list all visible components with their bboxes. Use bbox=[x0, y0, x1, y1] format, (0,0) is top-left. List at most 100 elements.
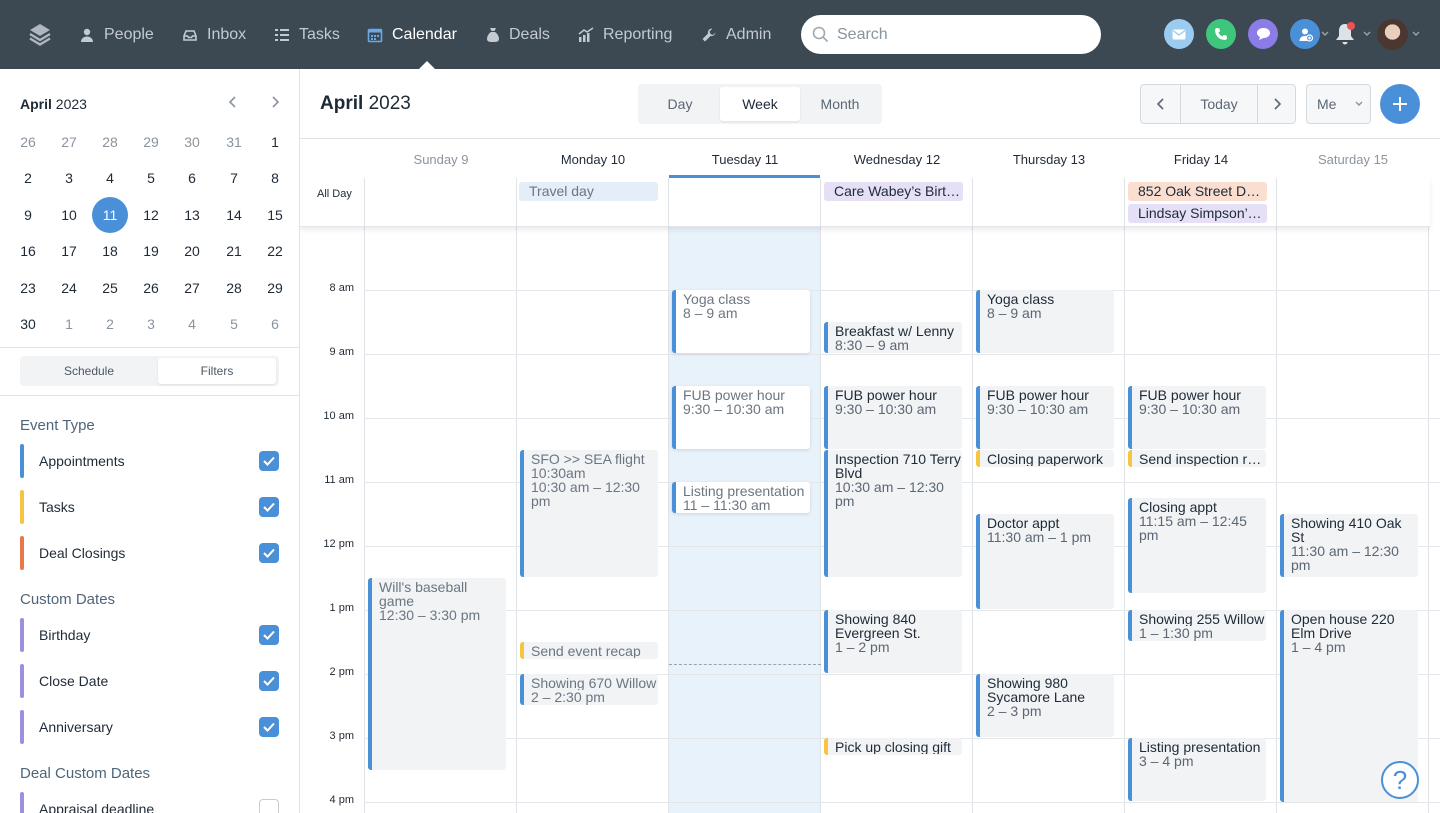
mini-calendar-day[interactable]: 27 bbox=[178, 278, 206, 298]
view-day-button[interactable]: Day bbox=[640, 87, 720, 121]
all-day-event[interactable]: Lindsay Simpson’s Anniversary bbox=[1128, 204, 1267, 223]
phone-button[interactable] bbox=[1206, 19, 1236, 49]
mini-calendar-day[interactable]: 30 bbox=[14, 314, 42, 334]
search-input[interactable] bbox=[837, 23, 1087, 47]
day-header-sunday[interactable]: Sunday 9 bbox=[365, 152, 517, 167]
filter-row[interactable]: Close Date bbox=[20, 664, 280, 698]
filter-checkbox[interactable] bbox=[259, 671, 279, 691]
mini-calendar-day[interactable]: 10 bbox=[55, 205, 83, 225]
task-card[interactable]: Send inspection report bbox=[1128, 450, 1266, 467]
mini-calendar-day[interactable]: 13 bbox=[178, 205, 206, 225]
mini-calendar-day[interactable]: 2 bbox=[14, 168, 42, 188]
next-week-button[interactable] bbox=[1257, 85, 1295, 123]
event-card[interactable]: Doctor appt 11:30 am – 1 pm bbox=[976, 514, 1114, 609]
task-card[interactable]: Closing paperwork bbox=[976, 450, 1114, 467]
app-logo-icon[interactable] bbox=[28, 22, 52, 46]
event-card[interactable]: Showing 840 Evergreen St. 1 – 2 pm bbox=[824, 610, 962, 673]
nav-inbox[interactable]: Inbox bbox=[182, 0, 246, 69]
mini-calendar-day[interactable]: 17 bbox=[55, 241, 83, 261]
today-button[interactable]: Today bbox=[1181, 85, 1257, 123]
nav-reporting[interactable]: Reporting bbox=[578, 0, 672, 69]
event-card[interactable]: Listing presentation 3 – 4 pm bbox=[1128, 738, 1266, 801]
mini-calendar-day[interactable]: 29 bbox=[137, 132, 165, 152]
chevron-down-icon[interactable] bbox=[1412, 31, 1420, 37]
event-card[interactable]: Yoga class 8 – 9 am bbox=[976, 290, 1114, 353]
mini-calendar-day[interactable]: 1 bbox=[261, 132, 289, 152]
prev-week-button[interactable] bbox=[1141, 85, 1181, 123]
event-card[interactable]: Will's baseball game 12:30 – 3:30 pm bbox=[368, 578, 506, 770]
event-card[interactable]: Breakfast w/ Lenny 8:30 – 9 am bbox=[824, 322, 962, 353]
mini-calendar-day[interactable]: 28 bbox=[96, 132, 124, 152]
filter-row[interactable]: Tasks bbox=[20, 490, 280, 524]
notifications-bell-icon[interactable] bbox=[1331, 20, 1359, 48]
nav-people[interactable]: People bbox=[79, 0, 154, 69]
filter-row[interactable]: Appointments bbox=[20, 444, 280, 478]
mini-calendar-next-button[interactable] bbox=[270, 95, 280, 113]
chevron-down-icon[interactable] bbox=[1363, 31, 1371, 37]
mini-calendar-prev-button[interactable] bbox=[228, 95, 238, 113]
tab-schedule[interactable]: Schedule bbox=[23, 358, 155, 384]
event-card[interactable]: Yoga class 8 – 9 am bbox=[672, 290, 810, 353]
event-card[interactable]: FUB power hour 9:30 – 10:30 am bbox=[672, 386, 810, 449]
mini-calendar-day[interactable]: 14 bbox=[220, 205, 248, 225]
day-header-monday[interactable]: Monday 10 bbox=[517, 152, 669, 167]
mini-calendar-day[interactable]: 29 bbox=[261, 278, 289, 298]
event-card[interactable]: Showing 255 Willow 1 – 1:30 pm bbox=[1128, 610, 1266, 641]
week-time-grid[interactable]: 7 am 8 am 9 am 10 am 11 am 12 pm 1 pm 2 … bbox=[300, 178, 1440, 813]
day-header-saturday[interactable]: Saturday 15 bbox=[1277, 152, 1429, 167]
global-search[interactable] bbox=[801, 15, 1101, 54]
mini-calendar-day[interactable]: 21 bbox=[220, 241, 248, 261]
email-button[interactable] bbox=[1164, 19, 1194, 49]
nav-admin[interactable]: Admin bbox=[701, 0, 771, 69]
event-card[interactable]: FUB power hour 9:30 – 10:30 am bbox=[1128, 386, 1266, 449]
calendar-owner-select[interactable]: Me bbox=[1306, 84, 1371, 124]
mini-calendar-day-selected[interactable]: 11 bbox=[92, 197, 128, 233]
mini-calendar-day[interactable]: 30 bbox=[178, 132, 206, 152]
mini-calendar-day[interactable]: 6 bbox=[261, 314, 289, 334]
all-day-event[interactable]: 852 Oak Street Deal Closing bbox=[1128, 182, 1267, 201]
mini-calendar-day[interactable]: 3 bbox=[137, 314, 165, 334]
mini-calendar-day[interactable]: 8 bbox=[261, 168, 289, 188]
filter-row[interactable]: Birthday bbox=[20, 618, 280, 652]
nav-calendar[interactable]: Calendar bbox=[367, 0, 457, 69]
day-header-thursday[interactable]: Thursday 13 bbox=[973, 152, 1125, 167]
mini-calendar-day[interactable]: 5 bbox=[220, 314, 248, 334]
chevron-down-icon[interactable] bbox=[1321, 31, 1329, 37]
event-card[interactable]: Showing 410 Oak St 11:30 am – 12:30 pm bbox=[1280, 514, 1418, 577]
event-card[interactable]: Showing 670 Willow 2 – 2:30 pm bbox=[520, 674, 658, 705]
view-month-button[interactable]: Month bbox=[800, 87, 880, 121]
filter-row[interactable]: Anniversary bbox=[20, 710, 280, 744]
mini-calendar-day[interactable]: 1 bbox=[55, 314, 83, 334]
add-event-button[interactable] bbox=[1380, 84, 1420, 124]
mini-calendar-day[interactable]: 9 bbox=[14, 205, 42, 225]
mini-calendar-day[interactable]: 19 bbox=[137, 241, 165, 261]
add-contact-button[interactable] bbox=[1290, 19, 1320, 49]
event-card[interactable]: Listing presentation 11 – 11:30 am bbox=[672, 482, 810, 513]
task-card[interactable]: Pick up closing gift bbox=[824, 738, 962, 755]
event-card[interactable]: FUB power hour 9:30 – 10:30 am bbox=[824, 386, 962, 449]
mini-calendar-day[interactable]: 7 bbox=[220, 168, 248, 188]
mini-calendar-day[interactable]: 20 bbox=[178, 241, 206, 261]
day-header-wednesday[interactable]: Wednesday 12 bbox=[821, 152, 973, 167]
event-card[interactable]: SFO >> SEA flight 10:30am 10:30 am – 12:3… bbox=[520, 450, 658, 577]
filter-checkbox[interactable] bbox=[259, 625, 279, 645]
mini-calendar-day[interactable]: 27 bbox=[55, 132, 83, 152]
task-card[interactable]: Send event recap bbox=[520, 642, 658, 659]
mini-calendar-day[interactable]: 28 bbox=[220, 278, 248, 298]
filter-row[interactable]: Deal Closings bbox=[20, 536, 280, 570]
help-button[interactable]: ? bbox=[1381, 761, 1419, 799]
filter-checkbox[interactable] bbox=[259, 799, 279, 813]
mini-calendar-day[interactable]: 4 bbox=[178, 314, 206, 334]
messages-button[interactable] bbox=[1248, 19, 1278, 49]
mini-calendar-day[interactable]: 31 bbox=[220, 132, 248, 152]
filter-checkbox[interactable] bbox=[259, 451, 279, 471]
mini-calendar-day[interactable]: 4 bbox=[96, 168, 124, 188]
all-day-event[interactable]: Care Wabey’s Birthday bbox=[824, 182, 963, 201]
mini-calendar-day[interactable]: 3 bbox=[55, 168, 83, 188]
day-header-friday[interactable]: Friday 14 bbox=[1125, 152, 1277, 167]
user-avatar[interactable] bbox=[1377, 19, 1408, 50]
filter-checkbox[interactable] bbox=[259, 543, 279, 563]
mini-calendar-day[interactable]: 25 bbox=[96, 278, 124, 298]
filter-checkbox[interactable] bbox=[259, 717, 279, 737]
mini-calendar-day[interactable]: 15 bbox=[261, 205, 289, 225]
